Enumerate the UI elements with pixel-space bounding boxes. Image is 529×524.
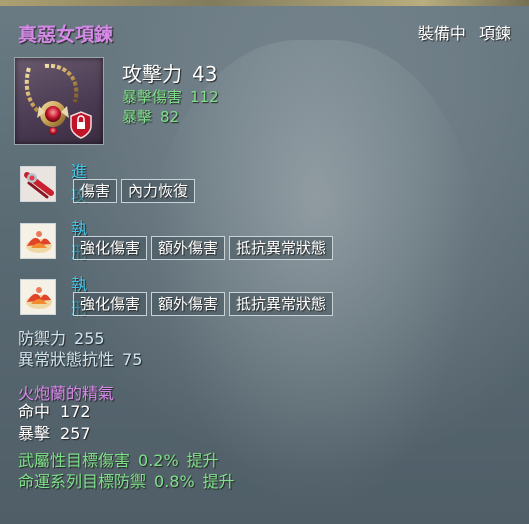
main-stats: 攻擊力 43 暴擊傷害 112 暴擊 82 — [122, 58, 219, 127]
defense-label: 防禦力 — [18, 329, 67, 348]
item-tooltip: 真惡女項鍊 裝備中 項鍊 攻擊力 43 暴擊傷害 112 暴擊 82 進 傷害 … — [0, 0, 529, 524]
effect-tags: 強化傷害 額外傷害 抵抗異常狀態 — [73, 236, 334, 260]
effect-tag: 抵抗異常狀態 — [229, 236, 334, 260]
gem-stats: 命中 172 暴擊 257 — [18, 401, 91, 445]
claw-skill-icon — [20, 166, 56, 202]
effect-tag: 額外傷害 — [151, 292, 226, 316]
bonus-row: 武屬性目標傷害 0.2% 提升 — [18, 450, 235, 471]
flame-skill-icon — [20, 223, 56, 259]
crit-stat: 暴擊 82 — [122, 107, 219, 127]
bonus-value: 0.8% — [154, 472, 195, 491]
bonus-label: 武屬性目標傷害 — [18, 451, 131, 470]
defense-stats: 防禦力 255 異常狀態抗性 75 — [18, 328, 142, 370]
necklace-icon — [24, 63, 92, 139]
bonus-state: 提升 — [202, 472, 235, 491]
gem-crit-label: 暴擊 — [18, 424, 51, 443]
crit-damage-label: 暴擊傷害 — [122, 88, 183, 106]
effect-tag: 強化傷害 — [73, 236, 148, 260]
effect-tag: 強化傷害 — [73, 292, 148, 316]
crit-label: 暴擊 — [122, 108, 153, 126]
equip-status: 裝備中 項鍊 — [418, 20, 511, 44]
slot-label: 項鍊 — [478, 24, 511, 43]
defense-value: 255 — [74, 329, 105, 348]
status-resist-stat: 異常狀態抗性 75 — [18, 349, 142, 370]
effect-tag: 傷害 — [73, 179, 118, 203]
attack-label: 攻擊力 — [122, 62, 182, 86]
equipped-label: 裝備中 — [417, 24, 466, 43]
accuracy-value: 172 — [60, 402, 91, 421]
effect-tag: 內力恢復 — [121, 179, 196, 203]
defense-stat: 防禦力 255 — [18, 328, 142, 349]
status-resist-value: 75 — [122, 350, 143, 369]
attack-stat: 攻擊力 43 — [122, 58, 219, 87]
bonus-value: 0.2% — [138, 451, 179, 470]
accuracy-stat: 命中 172 — [18, 401, 91, 423]
gem-crit-stat: 暴擊 257 — [18, 423, 91, 445]
item-image-frame — [14, 57, 104, 145]
bonus-row: 命運系列目標防禦 0.8% 提升 — [18, 471, 235, 492]
attack-value: 43 — [192, 62, 218, 86]
flame-skill-icon — [20, 279, 56, 315]
gem-crit-value: 257 — [60, 424, 91, 443]
crit-value: 82 — [160, 108, 180, 126]
bonus-stats: 武屬性目標傷害 0.2% 提升 命運系列目標防禦 0.8% 提升 — [18, 450, 235, 492]
accuracy-label: 命中 — [18, 402, 51, 421]
item-name: 真惡女項鍊 — [18, 24, 114, 46]
bonus-label: 命運系列目標防禦 — [18, 472, 147, 491]
effect-tags: 強化傷害 額外傷害 抵抗異常狀態 — [73, 292, 334, 316]
top-border — [0, 0, 529, 6]
effect-tags: 傷害 內力恢復 — [73, 179, 196, 203]
bonus-state: 提升 — [186, 451, 219, 470]
crit-damage-value: 112 — [190, 88, 219, 106]
crit-damage-stat: 暴擊傷害 112 — [122, 87, 219, 107]
status-resist-label: 異常狀態抗性 — [18, 350, 115, 369]
effect-tag: 抵抗異常狀態 — [229, 292, 334, 316]
effect-tag: 額外傷害 — [151, 236, 226, 260]
